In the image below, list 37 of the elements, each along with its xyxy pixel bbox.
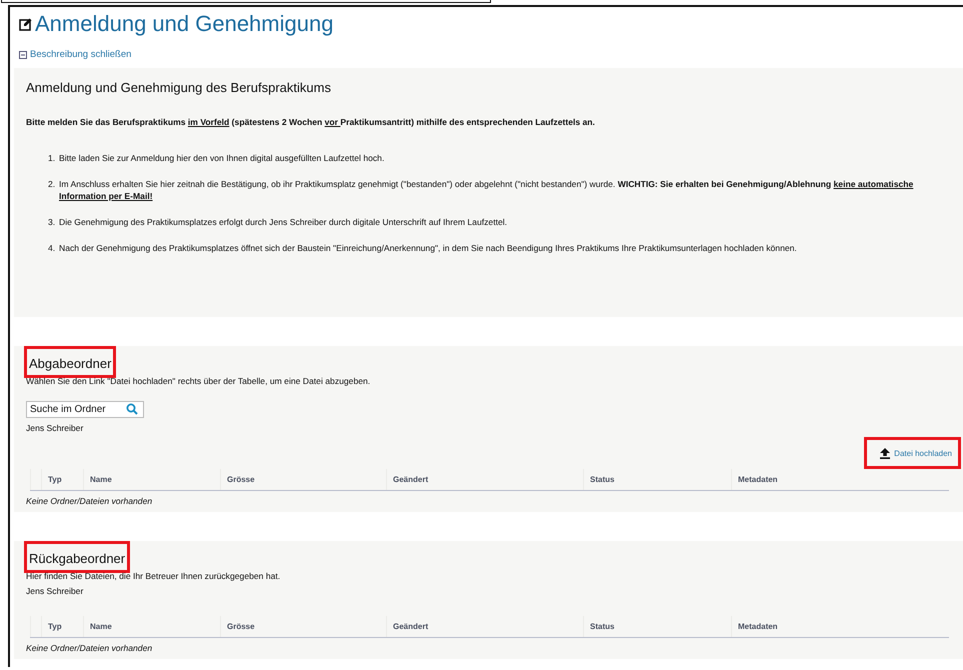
step-text: Bitte laden Sie zur Anmeldung hier den von Ihnen digital ausgefüllten Laufzettel hoch.	[59, 152, 386, 164]
empty-message: Keine Ordner/Dateien vorhanden	[26, 494, 154, 506]
step-number: 3.	[48, 216, 56, 228]
column-header[interactable]: Grösse	[220, 616, 386, 636]
search-field[interactable]: Suche im Ordner	[26, 400, 144, 418]
section-heading: Abgabeordner	[24, 346, 116, 378]
step-text: Die Genehmigung des Praktikumsplatzes erfolgt durch Jens Schreiber durch digitale Unterschrift auf Ihrem Laufzettel.	[59, 216, 508, 228]
description-heading: Anmeldung und Genehmigung des Berufspraktikums	[26, 80, 332, 94]
column-header[interactable]: Name	[83, 616, 220, 636]
step-text: Nach der Genehmigung des Praktikumsplatzes öffnet sich der Baustein "Einreichung/Anerkennung", in dem Sie nach Beendigung Ihres Praktikums Ihre Praktikumsunterlagen hochladen können.	[59, 242, 798, 254]
page-title: Anmeldung und Genehmigung	[35, 11, 334, 37]
column-header[interactable]: Typ	[41, 468, 83, 490]
column-header[interactable]: Geändert	[386, 468, 583, 490]
section-heading: Rückgabeordner	[24, 540, 130, 572]
column-header[interactable]: Status	[583, 468, 731, 490]
search-icon[interactable]	[126, 402, 138, 414]
step-text: Im Anschluss erhalten Sie hier zeitnah die Bestätigung, ob ihr Praktikumsplatz genehmigt ("bestanden") oder abgelehnt ("nicht bestanden") wurde. WICHTIG: Sie erhalten bei Genehmigung/Ablehnung keine automatische Information per E-Mail!	[59, 178, 914, 202]
step-number: 2.	[48, 178, 56, 190]
column-header[interactable]: Status	[583, 616, 731, 636]
intro-text: Bitte melden Sie das Berufspraktikums im Vorfeld (spätestens 2 Wochen vor Praktikumsantritt) mithilfe des entsprechenden Laufzettels an.	[26, 116, 596, 126]
column-header[interactable]: Grösse	[220, 468, 386, 490]
toggle-link[interactable]: Beschreibung schließen	[19, 49, 132, 60]
owner-name: Jens Schreiber	[26, 422, 84, 432]
owner-name: Jens Schreiber	[26, 586, 84, 596]
column-header[interactable]: Metadaten	[731, 468, 949, 490]
hint-text: Wählen Sie den Link "Datei hochladen" rechts über der Tabelle, um eine Datei abzugeben.	[26, 376, 372, 386]
step-number: 1.	[48, 152, 56, 164]
column-header[interactable]: Name	[83, 468, 220, 490]
column-header[interactable]: Typ	[41, 616, 83, 636]
column-header[interactable]: Geändert	[386, 616, 583, 636]
upload-icon	[880, 448, 890, 458]
hint-text: Hier finden Sie Dateien, die Ihr Betreuer Ihnen zurückgegeben hat.	[26, 570, 282, 580]
edit-icon	[19, 18, 32, 30]
column-header[interactable]: Metadaten	[731, 616, 949, 636]
empty-message: Keine Ordner/Dateien vorhanden	[26, 642, 154, 652]
step-number: 4.	[48, 242, 56, 254]
upload-link[interactable]: Datei hochladen	[864, 436, 961, 468]
